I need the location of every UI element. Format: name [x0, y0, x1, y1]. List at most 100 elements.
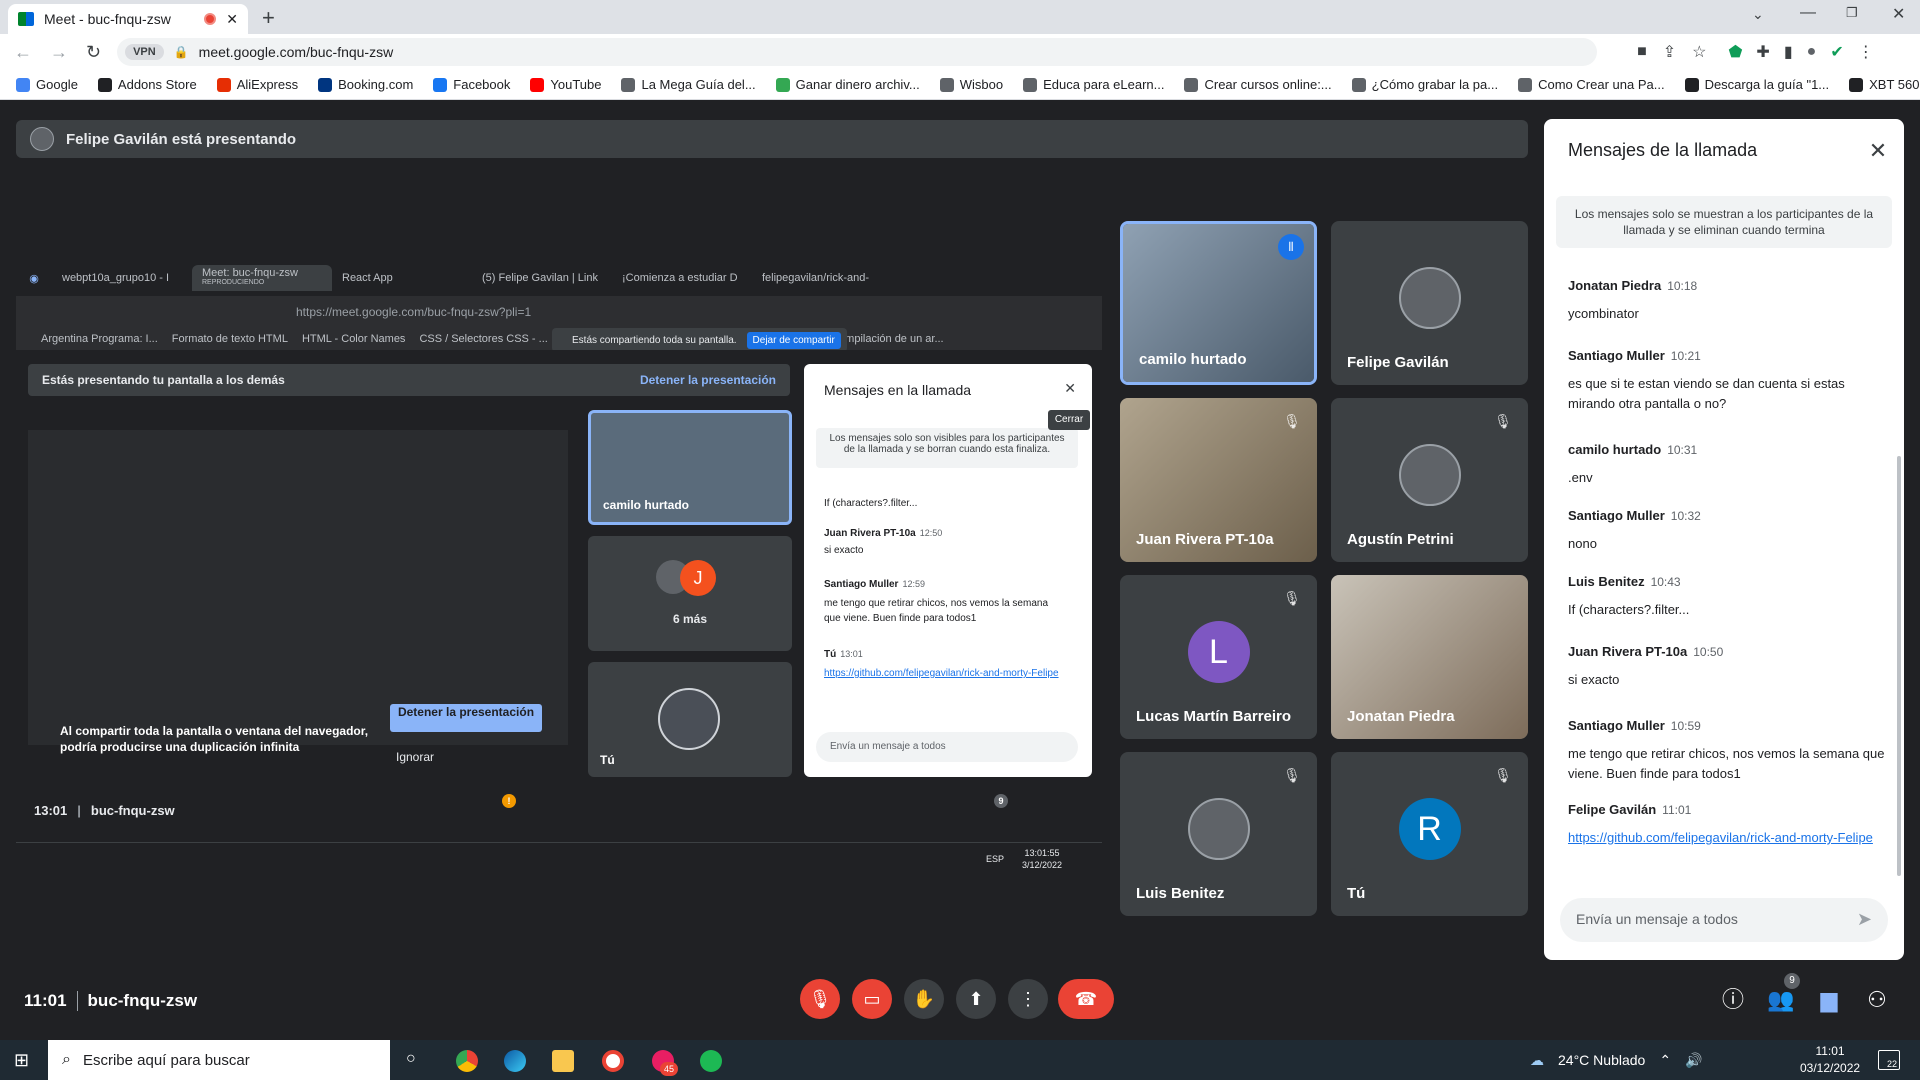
- chat-message-link[interactable]: https://github.com/felipegavilan/rick-an…: [1568, 828, 1888, 848]
- shared-time: 13:01: [34, 802, 68, 818]
- shared-tab: ¡Comienza a estudiar D: [612, 265, 752, 291]
- bookmark-item[interactable]: Booking.com: [318, 77, 413, 92]
- shared-tab-label: ¡Comienza a estudiar D: [622, 272, 738, 284]
- bookmark-item[interactable]: XBT 56019.69 ▲ +3....: [1849, 77, 1920, 92]
- participant-tile[interactable]: L 🎙 Lucas Martín Barreiro: [1120, 575, 1317, 739]
- bookmark-item[interactable]: ¿Cómo grabar la pa...: [1351, 77, 1498, 92]
- volume-icon[interactable]: 🔊: [1685, 1052, 1702, 1069]
- participant-tile[interactable]: Felipe Gavilán: [1331, 221, 1528, 385]
- file-explorer-icon[interactable]: [552, 1050, 574, 1072]
- raise-hand-button[interactable]: ✋: [904, 979, 944, 1019]
- back-icon[interactable]: ←: [14, 42, 32, 63]
- participant-tile[interactable]: 🎙 Agustín Petrini: [1331, 398, 1528, 562]
- extensions-icon[interactable]: ✚: [1756, 42, 1769, 62]
- shared-tab: React App: [332, 265, 472, 291]
- windows-start-icon[interactable]: ⊞: [14, 1050, 29, 1071]
- camera-off-button[interactable]: ▭: [852, 979, 892, 1019]
- taskbar-search[interactable]: ⌕ Escribe aquí para buscar: [48, 1040, 390, 1080]
- star-icon[interactable]: ☆: [1692, 42, 1706, 62]
- shared-bookmark: Formato de texto HTML: [171, 333, 288, 345]
- activities-button[interactable]: ⚇: [1862, 985, 1892, 1015]
- tray-chevron-icon[interactable]: ⌃: [1659, 1052, 1671, 1069]
- share-icon[interactable]: ⇪: [1663, 42, 1676, 62]
- meeting-info: 11:01 buc-fnqu-zsw: [24, 990, 197, 1012]
- more-options-button[interactable]: ⋮: [1008, 979, 1048, 1019]
- bookmark-item[interactable]: Crear cursos online:...: [1184, 77, 1332, 92]
- participant-tile[interactable]: Jonatan Piedra: [1331, 575, 1528, 739]
- task-view-icon[interactable]: ○: [406, 1050, 416, 1068]
- chat-scrollbar[interactable]: [1897, 456, 1901, 876]
- speaking-indicator-icon: ⦀: [1278, 234, 1304, 260]
- lock-icon[interactable]: 🔒: [174, 45, 189, 59]
- chat-button[interactable]: ▆: [1814, 985, 1844, 1015]
- bookmark-item[interactable]: AliExpress: [216, 77, 298, 92]
- spotify-taskbar-icon[interactable]: [700, 1050, 722, 1072]
- people-button[interactable]: 👥: [1766, 985, 1796, 1015]
- bookmark-item[interactable]: Como Crear una Pa...: [1518, 77, 1665, 92]
- send-icon[interactable]: ➤: [1857, 910, 1872, 929]
- chrome-dev-taskbar-icon[interactable]: [602, 1050, 624, 1072]
- shield-check-icon[interactable]: ✔: [1830, 42, 1843, 62]
- taskbar-clock[interactable]: 11:01 03/12/2022: [1800, 1043, 1860, 1077]
- meeting-details-button[interactable]: ⓘ: [1718, 985, 1748, 1015]
- url-text[interactable]: meet.google.com/buc-fnqu-zsw: [199, 44, 394, 60]
- profile-icon[interactable]: ●: [1807, 43, 1817, 61]
- chat-message-header: Santiago Muller 10:21: [1568, 346, 1888, 366]
- weather-text[interactable]: 24°C Nublado: [1558, 1052, 1645, 1068]
- sidepanel-icon[interactable]: ▮: [1784, 42, 1793, 62]
- chat-message: Luis Benitez 10:43 If (characters?.filter.…: [1568, 572, 1888, 620]
- bookmark-item[interactable]: Google: [16, 77, 78, 92]
- bookmark-item[interactable]: Ganar dinero archiv...: [775, 77, 920, 92]
- shared-cam-badge: !: [502, 794, 516, 808]
- edge-taskbar-icon[interactable]: [504, 1050, 526, 1072]
- chat-message: Santiago Muller 10:59 me tengo que retirar…: [1568, 716, 1888, 784]
- shared-stop-button: Detener la presentación: [390, 704, 542, 732]
- mic-off-button[interactable]: 🎙: [800, 979, 840, 1019]
- address-bar[interactable]: VPN 🔒 meet.google.com/buc-fnqu-zsw: [117, 38, 1598, 66]
- participant-tile[interactable]: 🎙 Juan Rivera PT-10a: [1120, 398, 1317, 562]
- notification-count: 22: [1886, 1059, 1897, 1069]
- participant-tile[interactable]: 🎙 Luis Benitez: [1120, 752, 1317, 916]
- notifications-button[interactable]: 22: [1878, 1050, 1900, 1070]
- bookmark-favicon-icon: [1184, 77, 1199, 92]
- bookmark-item[interactable]: Descarga la guía "1...: [1684, 77, 1829, 92]
- chat-message: Jonatan Piedra 10:18 ycombinator: [1568, 276, 1888, 324]
- menu-icon[interactable]: ⋮: [1858, 42, 1874, 62]
- shared-msg-text: me tengo que retirar chicos, nos vemos l…: [824, 598, 1048, 624]
- maximize-button[interactable]: ❐: [1846, 5, 1858, 21]
- vpn-badge-icon[interactable]: VPN: [125, 44, 164, 60]
- reload-icon[interactable]: ↻: [86, 42, 101, 63]
- participant-tile[interactable]: ⦀ camilo hurtado: [1120, 221, 1317, 385]
- camera-blocked-icon[interactable]: ■: [1637, 43, 1647, 61]
- bookmark-item[interactable]: Wisboo: [939, 77, 1004, 92]
- shared-msg-name: Juan Rivera PT-10a: [824, 528, 916, 539]
- participant-tile[interactable]: R 🎙 Tú: [1331, 752, 1528, 916]
- chat-close-icon[interactable]: ✕: [1866, 139, 1890, 163]
- tab-search-icon[interactable]: ⌄: [1752, 6, 1764, 23]
- chat-input[interactable]: Envía un mensaje a todos ➤: [1560, 898, 1888, 942]
- forward-icon[interactable]: →: [50, 42, 68, 63]
- shared-clock-time: 13:01:55: [1024, 847, 1060, 858]
- shared-msg-time: 12:50: [919, 528, 943, 538]
- minimize-button[interactable]: —: [1800, 4, 1816, 22]
- bookmark-item[interactable]: Facebook: [433, 77, 510, 92]
- browser-tab-meet[interactable]: Meet - buc-fnqu-zsw ✕: [8, 4, 248, 34]
- bookmark-item[interactable]: Addons Store: [97, 77, 197, 92]
- search-icon: ⌕: [62, 1051, 71, 1068]
- participant-avatar: [1398, 267, 1461, 330]
- present-button[interactable]: ⬆: [956, 979, 996, 1019]
- window-close-button[interactable]: ✕: [1892, 4, 1905, 24]
- extension-shield-icon[interactable]: ⬟: [1729, 42, 1743, 62]
- bookmark-label: Wisboo: [959, 77, 1004, 92]
- presenter-avatar: [30, 127, 54, 151]
- chrome-taskbar-icon[interactable]: [456, 1050, 478, 1072]
- tab-close-icon[interactable]: ✕: [226, 11, 238, 28]
- weather-icon[interactable]: ☁: [1530, 1052, 1544, 1069]
- bookmark-item[interactable]: Educa para eLearn...: [1023, 77, 1164, 92]
- leave-call-button[interactable]: ☎: [1058, 979, 1114, 1019]
- bookmark-item[interactable]: YouTube: [530, 77, 601, 92]
- bookmark-label: YouTube: [550, 77, 602, 92]
- bookmark-item[interactable]: La Mega Guía del...: [621, 77, 756, 92]
- shared-msg-text: si exacto: [824, 545, 864, 556]
- new-tab-button[interactable]: +: [262, 5, 275, 31]
